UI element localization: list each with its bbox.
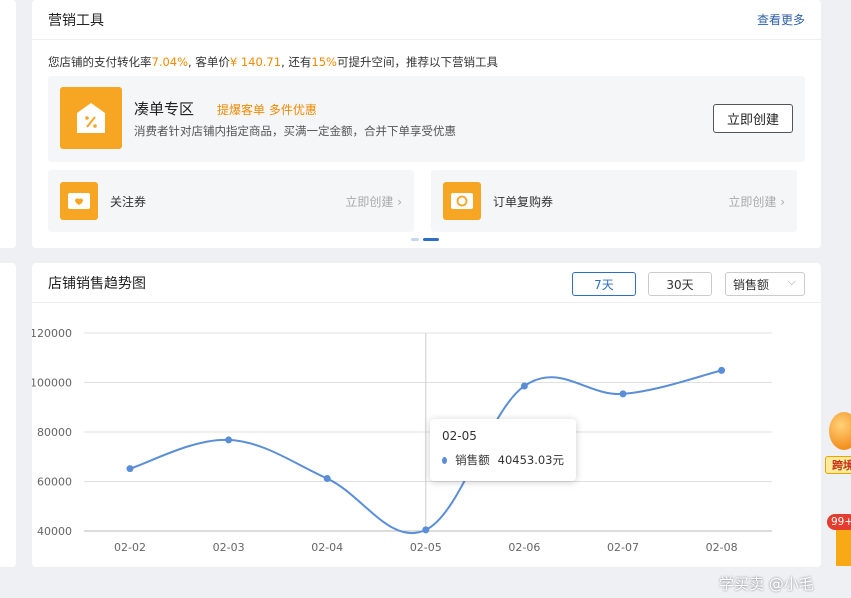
marketing-title: 营销工具 — [48, 12, 104, 29]
sales-trend-card: 店铺销售趋势图 7天 30天 销售额 ⌵ 40000 60000 80000 1000… — [32, 263, 821, 567]
coupon-heart-icon — [60, 182, 98, 220]
summary-text: , 还有 — [281, 55, 312, 69]
conversion-summary: 您店铺的支付转化率7.04%, 客单价¥ 140.71, 还有15%可提升空间，… — [48, 54, 498, 70]
summary-text: 可提升空间，推荐以下营销工具 — [336, 55, 498, 69]
y-tick-label: 80000 — [37, 426, 72, 439]
x-tick-label: 02-08 — [706, 541, 738, 554]
repurchase-coupon-tool[interactable]: 订单复购券 立即创建 › — [431, 170, 797, 232]
view-more-link[interactable]: 查看更多 — [757, 11, 805, 28]
orb-icon — [829, 412, 851, 450]
data-point — [520, 382, 528, 390]
follow-coupon-tool[interactable]: 关注券 立即创建 › — [48, 170, 414, 232]
y-tick-label: 60000 — [37, 476, 72, 489]
x-tick-label: 02-04 — [311, 541, 343, 554]
bundle-zone-feature: 凑单专区 提爆客单 多件优惠 消费者针对店铺内指定商品，买满一定金额，合并下单享… — [48, 76, 805, 162]
y-tick-label: 40000 — [37, 525, 72, 538]
tooltip-series-label: 销售额 — [455, 453, 490, 467]
card-header: 营销工具 查看更多 — [32, 0, 821, 40]
tool-create-link[interactable]: 立即创建 › — [728, 193, 785, 210]
float-badge-label: 跨境 — [825, 456, 851, 474]
summary-text: 您店铺的支付转化率 — [48, 55, 152, 69]
marketing-tools-card: 营销工具 查看更多 您店铺的支付转化率7.04%, 客单价¥ 140.71, 还… — [32, 0, 821, 248]
chart-tooltip: 02-05 销售额 40453.03元 — [430, 419, 576, 481]
series-marker-icon — [442, 456, 448, 464]
data-point — [619, 390, 627, 398]
sales-line-chart: 40000 60000 80000 100000 120000 02-02 02-03 02-… — [32, 327, 772, 554]
left-panel-edge — [0, 263, 16, 567]
x-tick-label: 02-05 — [410, 541, 442, 554]
percent-bag-icon — [60, 87, 122, 149]
y-tick-label: 100000 — [32, 377, 72, 390]
tooltip-row: 销售额 40453.03元 — [442, 452, 564, 468]
tool-label: 关注券 — [110, 195, 147, 209]
chevron-right-icon: › — [397, 195, 402, 209]
data-point — [718, 366, 726, 374]
create-bundle-button[interactable]: 立即创建 — [713, 104, 793, 133]
x-tick-label: 02-07 — [607, 541, 639, 554]
potential-rate: 15% — [311, 55, 337, 69]
coupon-refresh-icon — [443, 182, 481, 220]
data-point — [225, 436, 233, 444]
left-panel-edge — [0, 0, 16, 248]
chevron-right-icon: › — [780, 195, 785, 209]
feature-tag: 提爆客单 多件优惠 — [217, 103, 317, 117]
feature-title: 凑单专区 — [134, 100, 195, 118]
watermark: 学买卖 @小毛 — [719, 575, 814, 593]
carousel-indicator — [411, 238, 439, 241]
x-tick-label: 02-03 — [213, 541, 245, 554]
summary-text: , 客单价 — [188, 55, 230, 69]
data-point — [422, 526, 430, 534]
tool-create-label: 立即创建 — [345, 195, 394, 209]
tool-create-link[interactable]: 立即创建 › — [345, 193, 402, 210]
data-point — [126, 465, 134, 473]
conversion-rate: 7.04% — [151, 55, 189, 69]
x-tick-label: 02-06 — [508, 541, 540, 554]
tool-create-label: 立即创建 — [728, 195, 777, 209]
side-tab[interactable] — [836, 526, 851, 566]
tool-label: 订单复购券 — [493, 195, 554, 209]
carousel-dot-active[interactable] — [423, 238, 439, 241]
carousel-dot[interactable] — [411, 238, 419, 241]
notification-count-badge: 99+ — [827, 514, 851, 530]
tooltip-date: 02-05 — [442, 429, 477, 443]
x-tick-label: 02-02 — [114, 541, 146, 554]
data-point — [323, 475, 331, 483]
cross-border-float-badge[interactable]: 跨境 — [825, 408, 851, 476]
tooltip-value: 40453.03元 — [497, 453, 564, 467]
unit-price: ¥ 140.71 — [229, 55, 282, 69]
y-tick-label: 120000 — [32, 327, 72, 340]
feature-description: 消费者针对店铺内指定商品，买满一定金额，合并下单享受优惠 — [134, 124, 456, 138]
